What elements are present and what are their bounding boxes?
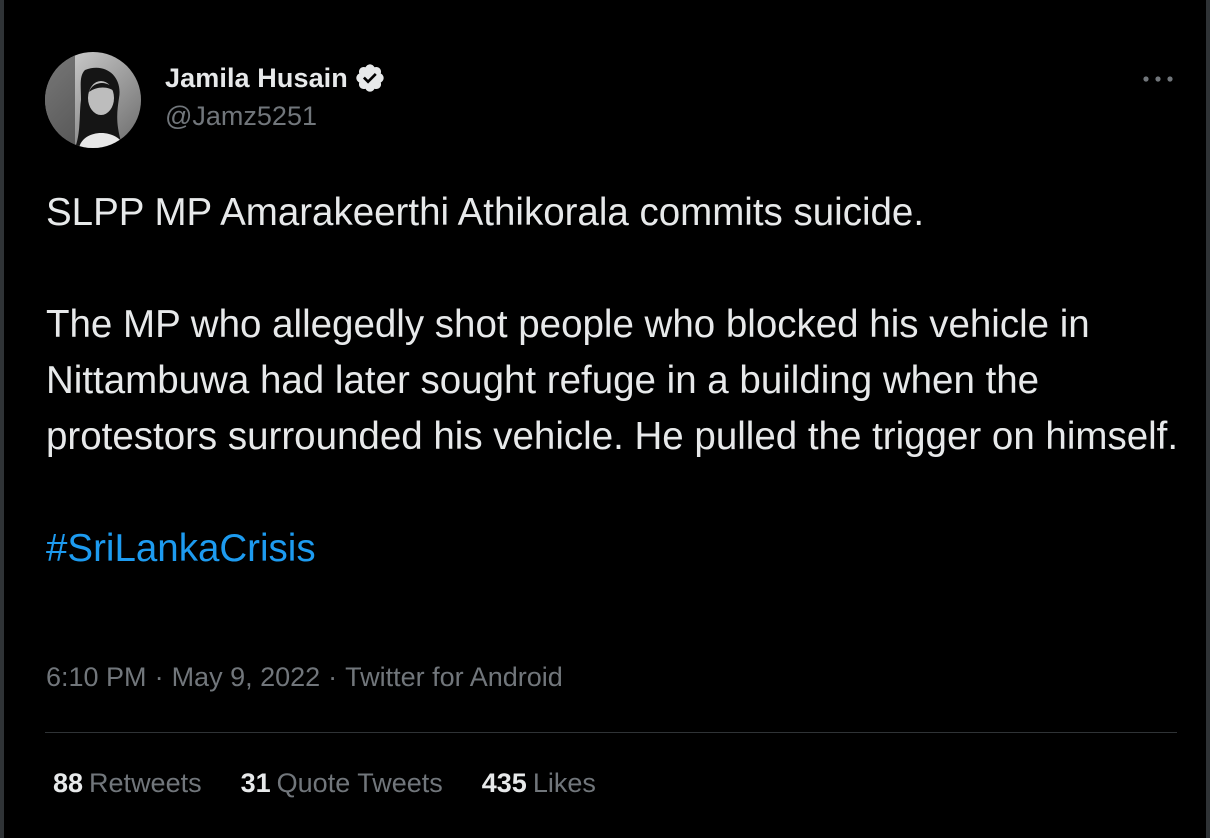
tweet-stats: 88 Retweets 31 Quote Tweets 435 Likes — [53, 768, 635, 799]
avatar-image — [45, 52, 141, 148]
tweet-meta: 6:10 PM · May 9, 2022 · Twitter for Andr… — [46, 662, 563, 693]
tweet-paragraph-1: SLPP MP Amarakeerthi Athikorala commits … — [46, 191, 925, 234]
divider — [45, 732, 1177, 733]
tweet-paragraph-2: The MP who allegedly shot people who blo… — [46, 303, 1179, 458]
likes-stat[interactable]: 435 Likes — [482, 768, 596, 799]
retweets-count: 88 — [53, 768, 84, 798]
more-options-icon[interactable] — [1138, 64, 1178, 94]
tweet-card: Jamila Husain @Jamz5251 SLPP MP Amarakee… — [0, 0, 1210, 838]
retweets-label: Retweets — [89, 768, 202, 798]
author-handle[interactable]: @Jamz5251 — [165, 101, 317, 132]
tweet-date[interactable]: May 9, 2022 — [172, 662, 321, 693]
tweet-text: SLPP MP Amarakeerthi Athikorala commits … — [46, 185, 1186, 577]
hashtag-link[interactable]: #SriLankaCrisis — [46, 527, 316, 570]
likes-count: 435 — [481, 768, 527, 798]
quote-tweets-stat[interactable]: 31 Quote Tweets — [241, 768, 443, 799]
tweet-time[interactable]: 6:10 PM — [46, 662, 147, 693]
retweets-stat[interactable]: 88 Retweets — [53, 768, 202, 799]
quote-tweets-label: Quote Tweets — [276, 768, 443, 798]
quote-tweets-count: 31 — [240, 768, 271, 798]
author-name[interactable]: Jamila Husain — [165, 63, 348, 94]
tweet-source[interactable]: Twitter for Android — [345, 662, 563, 693]
likes-label: Likes — [532, 768, 596, 798]
avatar[interactable] — [45, 52, 141, 148]
verified-badge-icon — [354, 62, 386, 94]
meta-separator: · — [154, 662, 164, 692]
meta-separator: · — [328, 662, 338, 692]
author-name-row: Jamila Husain — [165, 60, 386, 96]
